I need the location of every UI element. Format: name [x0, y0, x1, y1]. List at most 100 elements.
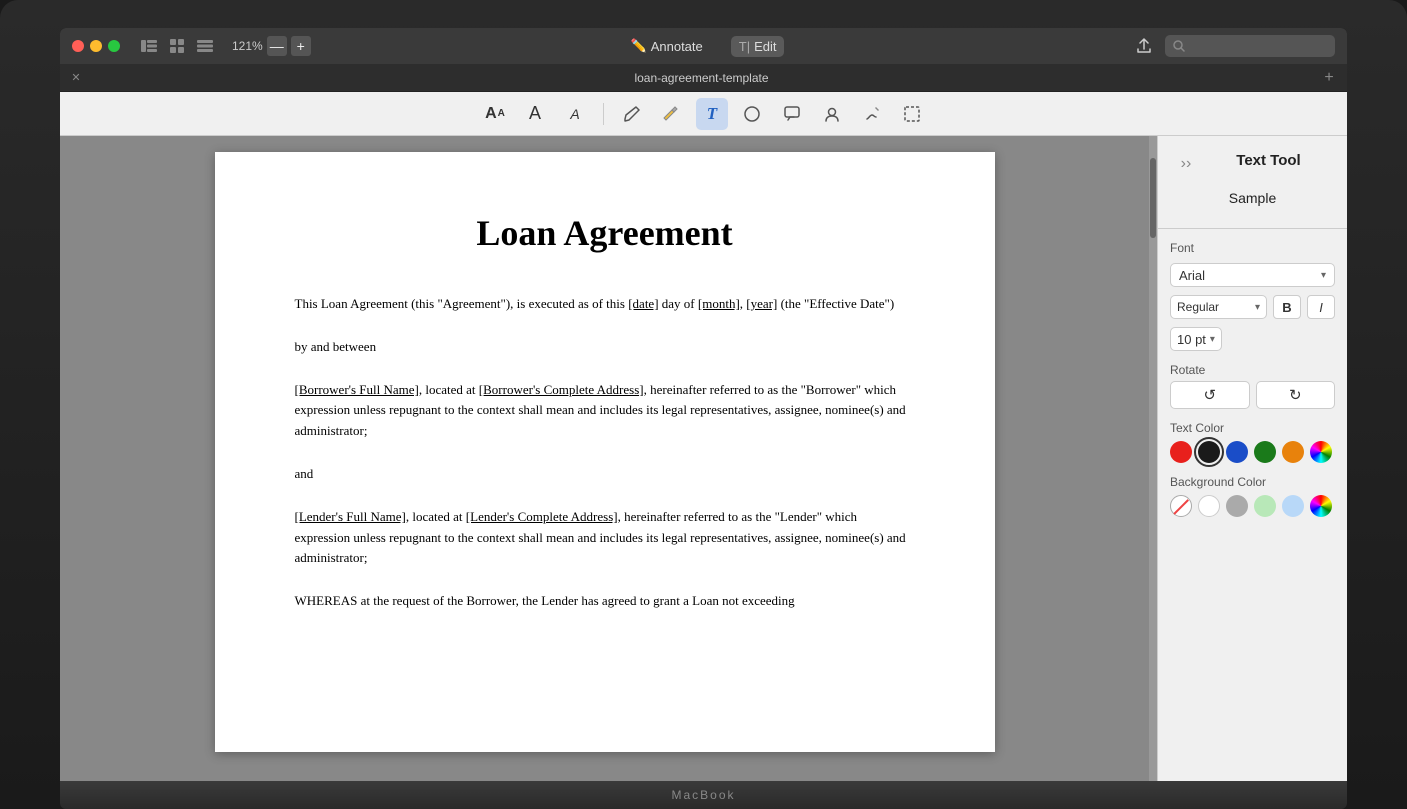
pdf-page: Loan Agreement This Loan Agreement (this…: [215, 152, 995, 752]
font-style-arrow-icon: ▾: [1255, 302, 1260, 313]
annotate-mode-button[interactable]: ✏️ Annotate: [623, 35, 711, 57]
tabbar: ✕ loan-agreement-template +: [60, 64, 1347, 92]
highlighter-tool-button[interactable]: [656, 98, 688, 130]
text-large-tool-button[interactable]: A: [519, 98, 551, 130]
color-swatch-green[interactable]: [1254, 441, 1276, 463]
text-small-tool-button[interactable]: A: [559, 98, 591, 130]
year-placeholder: [year]: [746, 296, 777, 311]
right-panel: ›› Text Tool Sample Font Arial ▾ Regular…: [1157, 136, 1347, 781]
search-box[interactable]: [1165, 35, 1335, 57]
tab-add-button[interactable]: +: [1319, 68, 1339, 88]
comment-tool-button[interactable]: [776, 98, 808, 130]
zoom-out-button[interactable]: —: [267, 36, 287, 56]
document-title: Loan Agreement: [295, 212, 915, 254]
tab-close-button[interactable]: ✕: [68, 70, 84, 86]
grid-view-icon[interactable]: [166, 35, 188, 57]
zoom-in-button[interactable]: +: [291, 36, 311, 56]
color-swatch-orange[interactable]: [1282, 441, 1304, 463]
bg-swatch-multicolor[interactable]: [1310, 495, 1332, 517]
font-family-value: Arial: [1179, 268, 1321, 283]
scrollbar-thumb[interactable]: [1150, 158, 1156, 238]
annotation-toolbar: AA A A T: [60, 92, 1347, 136]
close-button[interactable]: [72, 40, 84, 52]
scrollbar[interactable]: [1149, 136, 1157, 781]
paragraph-1: This Loan Agreement (this "Agreement"), …: [295, 294, 915, 315]
panel-collapse-button[interactable]: ››: [1174, 152, 1198, 176]
list-view-icon[interactable]: [194, 35, 216, 57]
tab-title: loan-agreement-template: [86, 71, 1317, 85]
panel-separator-1: [1158, 228, 1347, 229]
font-size-dropdown[interactable]: 10 pt ▾: [1170, 327, 1222, 351]
color-swatch-red[interactable]: [1170, 441, 1192, 463]
italic-button[interactable]: I: [1307, 295, 1335, 319]
month-placeholder: [month]: [698, 296, 740, 311]
font-size-value: 10 pt: [1177, 332, 1206, 347]
shapes-tool-button[interactable]: [736, 98, 768, 130]
titlebar: 121% — + ✏️ Annotate T| Edit: [60, 28, 1347, 64]
text-color-swatches: [1170, 441, 1335, 463]
laptop-outer: 121% — + ✏️ Annotate T| Edit: [0, 0, 1407, 809]
panel-sample-text: Sample: [1158, 180, 1347, 220]
paragraph-4: and: [295, 464, 915, 485]
paragraph-2: by and between: [295, 337, 915, 358]
zoom-controls: 121% — +: [232, 36, 311, 56]
panel-title: Text Tool: [1202, 152, 1335, 169]
text-color-section: Text Color: [1170, 421, 1335, 463]
bg-swatch-light-green[interactable]: [1254, 495, 1276, 517]
macbook-label: MacBook: [671, 788, 735, 802]
borrower-address-placeholder: [Borrower's Complete Address]: [479, 382, 644, 397]
rotate-buttons: ↺ ↻: [1170, 381, 1335, 409]
lender-name-placeholder: [Lender's Full Name]: [295, 509, 406, 524]
bg-swatch-white[interactable]: [1198, 495, 1220, 517]
font-size-arrow-icon: ▾: [1210, 334, 1215, 345]
font-style-row: Regular ▾ B I: [1170, 295, 1335, 319]
signature-tool-button[interactable]: [816, 98, 848, 130]
maximize-button[interactable]: [108, 40, 120, 52]
main-area: Loan Agreement This Loan Agreement (this…: [60, 136, 1347, 781]
color-swatch-multicolor[interactable]: [1310, 441, 1332, 463]
color-swatch-black[interactable]: [1198, 441, 1220, 463]
laptop-screen: 121% — + ✏️ Annotate T| Edit: [60, 28, 1347, 781]
titlebar-right: [1133, 35, 1335, 57]
lender-address-placeholder: [Lender's Complete Address]: [466, 509, 618, 524]
share-button[interactable]: [1133, 35, 1155, 57]
titlebar-center: ✏️ Annotate T| Edit: [623, 35, 785, 57]
text-resize-tool-button[interactable]: AA: [479, 98, 511, 130]
color-swatch-blue[interactable]: [1226, 441, 1248, 463]
bg-swatch-gray[interactable]: [1226, 495, 1248, 517]
document-body: This Loan Agreement (this "Agreement"), …: [295, 294, 915, 612]
date-placeholder: [date]: [628, 296, 658, 311]
font-style-dropdown[interactable]: Regular ▾: [1170, 295, 1267, 319]
text-color-label: Text Color: [1170, 421, 1335, 435]
pencil-tool-button[interactable]: [616, 98, 648, 130]
font-label: Font: [1158, 237, 1347, 259]
draw-tool-button[interactable]: [856, 98, 888, 130]
paragraph-6: WHEREAS at the request of the Borrower, …: [295, 591, 915, 612]
selection-tool-button[interactable]: [896, 98, 928, 130]
paragraph-5: [Lender's Full Name], located at [Lender…: [295, 507, 915, 569]
sidebar-toggle-icon[interactable]: [138, 35, 160, 57]
font-family-dropdown[interactable]: Arial ▾: [1170, 263, 1335, 287]
paragraph-3: [Borrower's Full Name], located at [Borr…: [295, 380, 915, 442]
bg-color-swatches: [1170, 495, 1335, 517]
edit-mode-button[interactable]: T| Edit: [731, 36, 785, 57]
zoom-level: 121%: [232, 39, 263, 53]
traffic-lights: [72, 40, 120, 52]
titlebar-view-icons: [138, 35, 216, 57]
minimize-button[interactable]: [90, 40, 102, 52]
bg-swatch-none[interactable]: [1170, 495, 1192, 517]
rotate-label: Rotate: [1170, 363, 1335, 377]
bold-button[interactable]: B: [1273, 295, 1301, 319]
pdf-viewer[interactable]: Loan Agreement This Loan Agreement (this…: [60, 136, 1149, 781]
bg-color-label: Background Color: [1170, 475, 1335, 489]
font-size-row: 10 pt ▾: [1170, 327, 1335, 351]
panel-header: ›› Text Tool: [1158, 136, 1347, 180]
font-family-arrow-icon: ▾: [1321, 270, 1326, 281]
rotate-cw-button[interactable]: ↻: [1256, 381, 1336, 409]
rotate-ccw-button[interactable]: ↺: [1170, 381, 1250, 409]
bg-color-section: Background Color: [1170, 475, 1335, 517]
bg-swatch-light-blue[interactable]: [1282, 495, 1304, 517]
text-tool-button[interactable]: T: [696, 98, 728, 130]
font-style-value: Regular: [1177, 300, 1255, 314]
rotate-section: Rotate ↺ ↻: [1170, 363, 1335, 409]
